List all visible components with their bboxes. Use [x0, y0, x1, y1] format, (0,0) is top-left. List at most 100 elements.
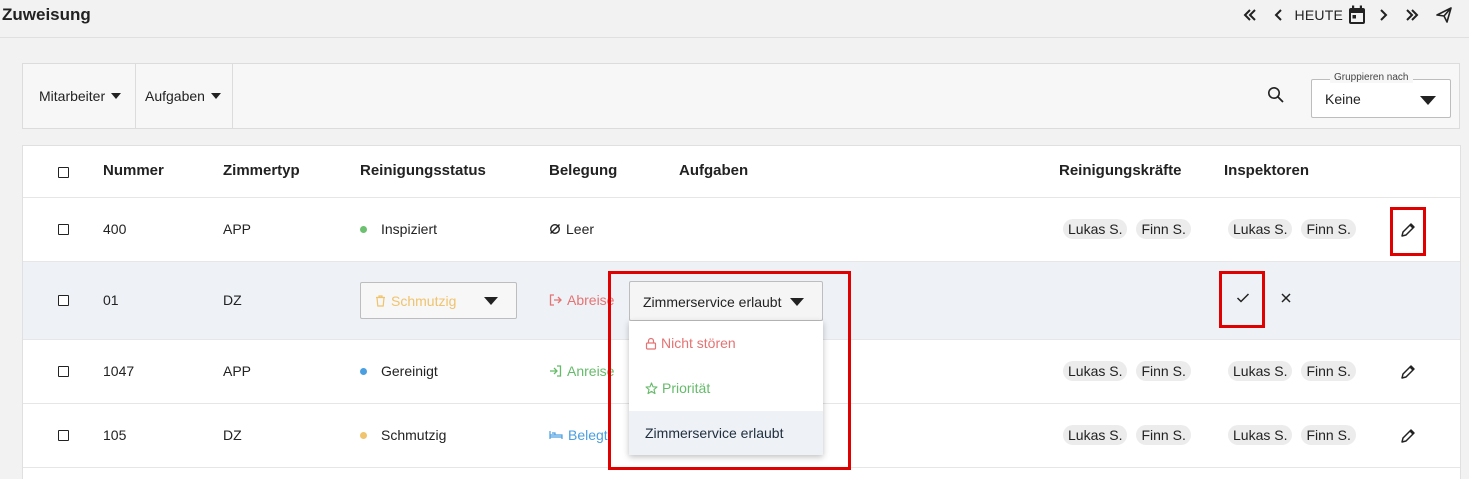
cleaning-status-label: Schmutzig [391, 293, 457, 309]
double-chevron-left-icon [1243, 9, 1256, 21]
calendar-icon [1349, 5, 1365, 24]
menu-item-do-not-disturb[interactable]: Nicht stören [629, 321, 823, 365]
inspector-chip: Lukas S. [1228, 425, 1293, 445]
edit-row-button[interactable] [1400, 364, 1416, 380]
search-button[interactable] [1267, 86, 1287, 106]
column-cleaning-status[interactable]: Reinigungsstatus [360, 162, 486, 179]
pencil-icon [1401, 429, 1415, 443]
employees-filter[interactable]: Mitarbeiter [39, 64, 122, 128]
select-all-checkbox[interactable] [58, 167, 69, 178]
top-bar: Zuweisung HEUTE [0, 0, 1469, 38]
page-title: Zuweisung [2, 5, 91, 24]
caret-down-icon [210, 93, 221, 99]
previous-day-button[interactable] [1267, 4, 1289, 26]
calendar-button[interactable] [1347, 4, 1367, 26]
cleaner-chip: Finn S. [1136, 425, 1191, 445]
group-by-select[interactable]: Gruppieren nach Keine [1311, 72, 1451, 118]
status-dot [360, 431, 367, 439]
occupancy: Belegt [549, 427, 608, 443]
inspector-chip: Finn S. [1301, 219, 1356, 239]
cleaning-status-label: Inspiziert [381, 221, 438, 237]
send-button[interactable] [1433, 4, 1455, 26]
cleaner-chip: Lukas S. [1063, 425, 1128, 445]
column-cleaners[interactable]: Reinigungskräfte [1059, 162, 1182, 179]
column-number[interactable]: Nummer [103, 162, 164, 179]
lock-icon [645, 337, 657, 350]
room-number: 1047 [103, 363, 135, 379]
row-checkbox[interactable] [58, 366, 69, 377]
menu-item-priority[interactable]: Priorität [629, 366, 823, 410]
pencil-icon [1401, 223, 1415, 237]
column-tasks[interactable]: Aufgaben [679, 162, 748, 179]
group-by-legend: Gruppieren nach [1330, 72, 1413, 83]
cleaner-chip: Lukas S. [1063, 361, 1128, 381]
column-occupancy[interactable]: Belegung [549, 162, 617, 179]
trash-icon [376, 295, 385, 307]
employees-filter-label: Mitarbeiter [39, 88, 106, 104]
cancel-edit-button[interactable] [1280, 292, 1292, 304]
today-button[interactable]: HEUTE [1295, 4, 1343, 26]
caret-down-icon [484, 297, 498, 305]
room-type: APP [223, 221, 252, 237]
menu-item-label: Priorität [662, 380, 711, 396]
menu-item-room-service-allowed[interactable]: Zimmerservice erlaubt [629, 411, 823, 455]
caret-down-icon [111, 93, 122, 99]
date-navigation: HEUTE [1239, 4, 1455, 26]
search-icon [1268, 87, 1284, 103]
column-room-type[interactable]: Zimmertyp [223, 162, 300, 179]
inspector-chip: Lukas S. [1228, 219, 1293, 239]
tasks-dropdown-menu: Nicht stören Priorität Zimmerservice erl… [629, 321, 823, 455]
row-checkbox[interactable] [58, 430, 69, 441]
tasks-select[interactable]: Zimmerservice erlaubt [629, 281, 823, 321]
room-type: DZ [223, 427, 242, 443]
confirm-edit-button[interactable] [1236, 292, 1250, 304]
inspectors-chips: Lukas S. Finn S. [1228, 425, 1365, 445]
pencil-icon [1401, 365, 1415, 379]
status-dot [360, 225, 367, 233]
inspector-chip: Finn S. [1301, 425, 1356, 445]
room-type: DZ [223, 292, 242, 308]
room-number: 400 [103, 221, 127, 237]
next-day-button[interactable] [1373, 4, 1395, 26]
tasks-select-value: Zimmerservice erlaubt [643, 294, 782, 310]
caret-down-icon [1420, 96, 1436, 105]
occupancy-label: Abreise [567, 292, 615, 308]
cleaner-chip: Lukas S. [1063, 219, 1128, 239]
star-icon [645, 381, 658, 394]
bed-icon [549, 431, 563, 439]
filter-bar: Mitarbeiter Aufgaben [22, 63, 1303, 129]
cleaning-status-label: Schmutzig [381, 427, 447, 443]
occupancy-label: Anreise [567, 363, 615, 379]
first-page-button[interactable] [1239, 4, 1261, 26]
cleaners-chips: Lukas S. Finn S. [1063, 425, 1200, 445]
chevron-left-icon [1274, 9, 1282, 21]
cleaners-chips: Lukas S. Finn S. [1063, 219, 1200, 239]
empty-set-icon [549, 223, 561, 235]
edit-row-button[interactable] [1400, 428, 1416, 444]
cleaning-status: Schmutzig [360, 427, 446, 443]
cleaning-status-label: Gereinigt [381, 363, 438, 379]
cleaning-status: Inspiziert [360, 221, 437, 237]
cleaners-chips: Lukas S. Finn S. [1063, 361, 1200, 381]
room-number: 105 [103, 427, 127, 443]
group-by-panel: Gruppieren nach Keine [1302, 63, 1460, 129]
cleaning-status-select[interactable]: Schmutzig [360, 282, 517, 319]
occupancy-label: Leer [566, 221, 595, 237]
occupancy: Leer [549, 221, 594, 237]
chevron-right-icon [1380, 9, 1388, 21]
menu-item-label: Zimmerservice erlaubt [645, 425, 784, 441]
edit-row-button[interactable] [1400, 222, 1416, 238]
table-row[interactable]: 400 APP Inspiziert Leer Lukas S. Finn S.… [23, 198, 1460, 262]
row-checkbox[interactable] [58, 224, 69, 235]
inspector-chip: Finn S. [1301, 361, 1356, 381]
last-page-button[interactable] [1401, 4, 1423, 26]
divider [232, 64, 233, 128]
divider [135, 64, 136, 128]
inspectors-chips: Lukas S. Finn S. [1228, 219, 1365, 239]
tasks-filter[interactable]: Aufgaben [145, 64, 221, 128]
column-inspectors[interactable]: Inspektoren [1224, 162, 1309, 179]
table-header: Nummer Zimmertyp Reinigungsstatus Belegu… [23, 146, 1460, 198]
group-by-value: Keine [1325, 91, 1361, 107]
row-checkbox[interactable] [58, 295, 69, 306]
cleaning-status-value: Schmutzig [375, 293, 456, 309]
